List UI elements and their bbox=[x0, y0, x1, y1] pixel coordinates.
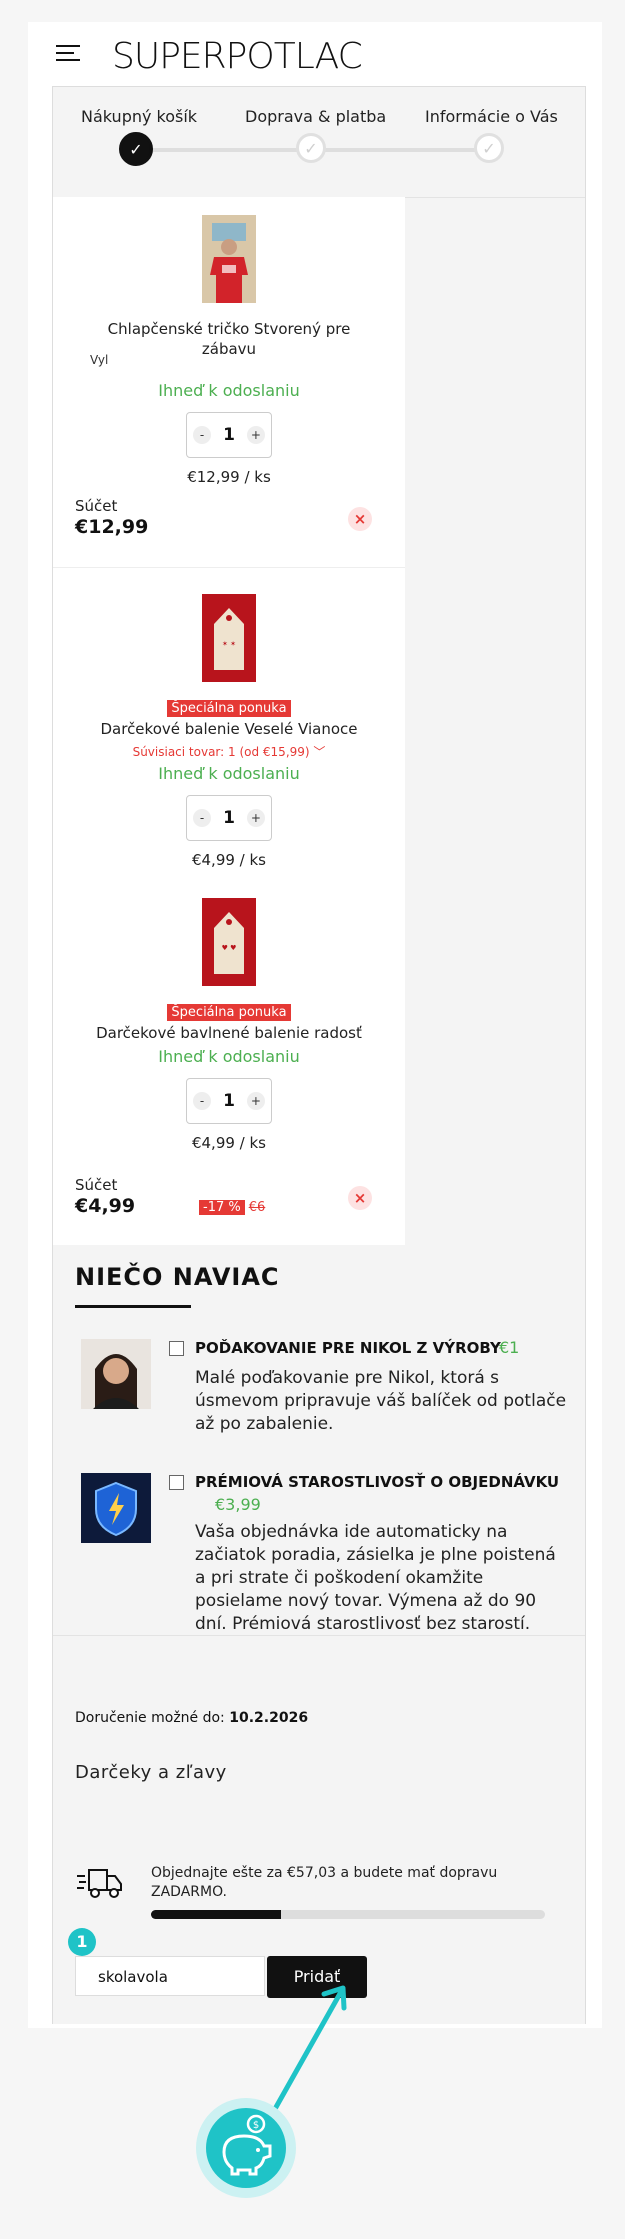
availability-status: Ihneď k odoslaniu bbox=[158, 764, 300, 783]
special-offer-badge: Špeciálna ponuka bbox=[167, 700, 291, 717]
delivery-label: Doručenie možné do: bbox=[75, 1710, 225, 1726]
variant-label: Vyl bbox=[90, 353, 109, 367]
unit-price: €12,99 / ks bbox=[187, 468, 271, 486]
quantity-stepper[interactable]: - 1 + bbox=[186, 412, 272, 458]
menu-icon[interactable] bbox=[56, 45, 80, 63]
sum-value: €4,99 bbox=[75, 1195, 136, 1217]
quantity-value[interactable]: 1 bbox=[223, 1091, 235, 1111]
increase-quantity-button[interactable]: + bbox=[246, 426, 265, 444]
decrease-quantity-button[interactable]: - bbox=[193, 1092, 212, 1110]
product-image-gift-box[interactable]: ♥ ♥ bbox=[202, 898, 256, 986]
quantity-value[interactable]: 1 bbox=[223, 808, 235, 828]
site-header: SUPERPOTLAC bbox=[28, 22, 602, 86]
old-price: €6 bbox=[248, 1200, 266, 1215]
special-offer-badge: Špeciálna ponuka bbox=[167, 1004, 291, 1021]
addon-price: €1 bbox=[499, 1338, 520, 1357]
product-image-tshirt[interactable] bbox=[202, 215, 256, 303]
product-name[interactable]: Chlapčenské tričko Stvorený pre zábavu bbox=[79, 319, 379, 359]
sum-label: Súčet bbox=[75, 497, 118, 515]
checkout-steps: Nákupný košík Doprava & platba Informáci… bbox=[53, 87, 585, 198]
nikol-photo bbox=[81, 1339, 151, 1409]
cart-item: ♥ ♥ Špeciálna ponuka Darčekové bavlnené … bbox=[53, 898, 405, 1246]
remove-item-icon[interactable]: × bbox=[348, 1186, 372, 1210]
step-cart-label[interactable]: Nákupný košík bbox=[81, 107, 197, 126]
decrease-quantity-button[interactable]: - bbox=[193, 426, 212, 444]
delivery-estimate: Doručenie možné do: 10.2.2026 bbox=[75, 1710, 308, 1726]
delivery-date: 10.2.2026 bbox=[229, 1710, 309, 1726]
unit-price: €4,99 / ks bbox=[191, 1134, 267, 1152]
step-info-label[interactable]: Informácie o Vás bbox=[425, 107, 558, 126]
related-products-label: Súvisiaci tovar: 1 (od €15,99) bbox=[132, 745, 310, 759]
delivery-truck-icon bbox=[77, 1869, 122, 1898]
discount-percent: -17 % bbox=[199, 1200, 245, 1215]
quantity-stepper[interactable]: - 1 + bbox=[186, 1078, 272, 1124]
addon-description: Vaša objednávka ide automaticky na začia… bbox=[195, 1522, 556, 1634]
addon-title[interactable]: POĎAKOVANIE PRE NIKOL Z VÝROBY bbox=[195, 1339, 501, 1357]
svg-text:♥ ♥: ♥ ♥ bbox=[222, 944, 237, 952]
sum-value: €12,99 bbox=[75, 516, 149, 538]
step-cart-check-icon[interactable]: ✓ bbox=[119, 132, 153, 166]
step-info-check-icon[interactable]: ✓ bbox=[474, 133, 504, 163]
availability-status: Ihneď k odoslaniu bbox=[158, 1047, 300, 1066]
increase-quantity-button[interactable]: + bbox=[246, 809, 265, 827]
step-shipping-label[interactable]: Doprava & platba bbox=[245, 107, 386, 126]
quantity-stepper[interactable]: - 1 + bbox=[186, 795, 272, 841]
coupon-input[interactable]: skolavola bbox=[75, 1956, 265, 1996]
extras-section: NIEČO NAVIAC POĎAKOVANIE PRE NIKOL Z VÝR… bbox=[53, 1245, 585, 1635]
quantity-value[interactable]: 1 bbox=[223, 425, 235, 445]
product-name[interactable]: Darčekové balenie Veselé Vianoce bbox=[53, 719, 405, 739]
cart-item: Chlapčenské tričko Stvorený pre zábavu V… bbox=[53, 197, 405, 568]
addon-price: €3,99 bbox=[215, 1495, 261, 1514]
extras-title: NIEČO NAVIAC bbox=[75, 1263, 280, 1291]
increase-quantity-button[interactable]: + bbox=[246, 1092, 265, 1110]
checkout-panel: Nákupný košík Doprava & platba Informáci… bbox=[52, 86, 586, 2024]
svg-text:✶ ✶: ✶ ✶ bbox=[222, 640, 236, 648]
sum-label: Súčet bbox=[75, 1176, 118, 1194]
shield-icon bbox=[81, 1473, 151, 1543]
free-shipping-progress bbox=[151, 1910, 545, 1919]
annotation-step-number: 1 bbox=[68, 1928, 96, 1956]
addon-title[interactable]: PRÉMIOVÁ STAROSTLIVOSŤ O OBJEDNÁVKU bbox=[195, 1473, 559, 1491]
cart-items: Chlapčenské tričko Stvorený pre zábavu V… bbox=[53, 197, 405, 1246]
free-shipping-message: Objednajte ešte za €57,03 a budete mať d… bbox=[151, 1865, 498, 1900]
title-underline bbox=[75, 1305, 191, 1308]
decrease-quantity-button[interactable]: - bbox=[193, 809, 212, 827]
add-coupon-button[interactable]: Pridať bbox=[267, 1956, 367, 1998]
step-shipping-check-icon[interactable]: ✓ bbox=[296, 133, 326, 163]
unit-price: €4,99 / ks bbox=[191, 851, 267, 869]
addon-thanks-checkbox[interactable] bbox=[169, 1341, 184, 1356]
piggy-bank-icon: $ bbox=[196, 2098, 296, 2198]
product-name[interactable]: Darčekové bavlnené balenie radosť bbox=[53, 1023, 405, 1043]
site-logo[interactable]: SUPERPOTLAC bbox=[112, 36, 363, 77]
related-products-toggle[interactable]: Súvisiaci tovar: 1 (od €15,99) ﹀ bbox=[53, 743, 405, 760]
step-line bbox=[303, 148, 493, 152]
order-summary: Doručenie možné do: 10.2.2026 Darčeky a … bbox=[53, 1635, 585, 2024]
cart-item: ✶ ✶ Špeciálna ponuka Darčekové balenie V… bbox=[53, 568, 405, 898]
availability-status: Ihneď k odoslaniu bbox=[158, 381, 300, 400]
chevron-down-icon: ﹀ bbox=[313, 745, 326, 759]
gifts-discounts-toggle[interactable]: Darčeky a zľavy bbox=[75, 1762, 227, 1783]
addon-description: Malé poďakovanie pre Nikol, ktorá s úsme… bbox=[195, 1368, 567, 1434]
progress-fill bbox=[151, 1910, 282, 1919]
addon-premium-checkbox[interactable] bbox=[169, 1475, 184, 1490]
discount-info: -17 % €6 bbox=[199, 1200, 265, 1215]
remove-item-icon[interactable]: × bbox=[348, 507, 372, 531]
product-image-gift-box[interactable]: ✶ ✶ bbox=[202, 594, 256, 682]
svg-text:$: $ bbox=[253, 2120, 259, 2131]
